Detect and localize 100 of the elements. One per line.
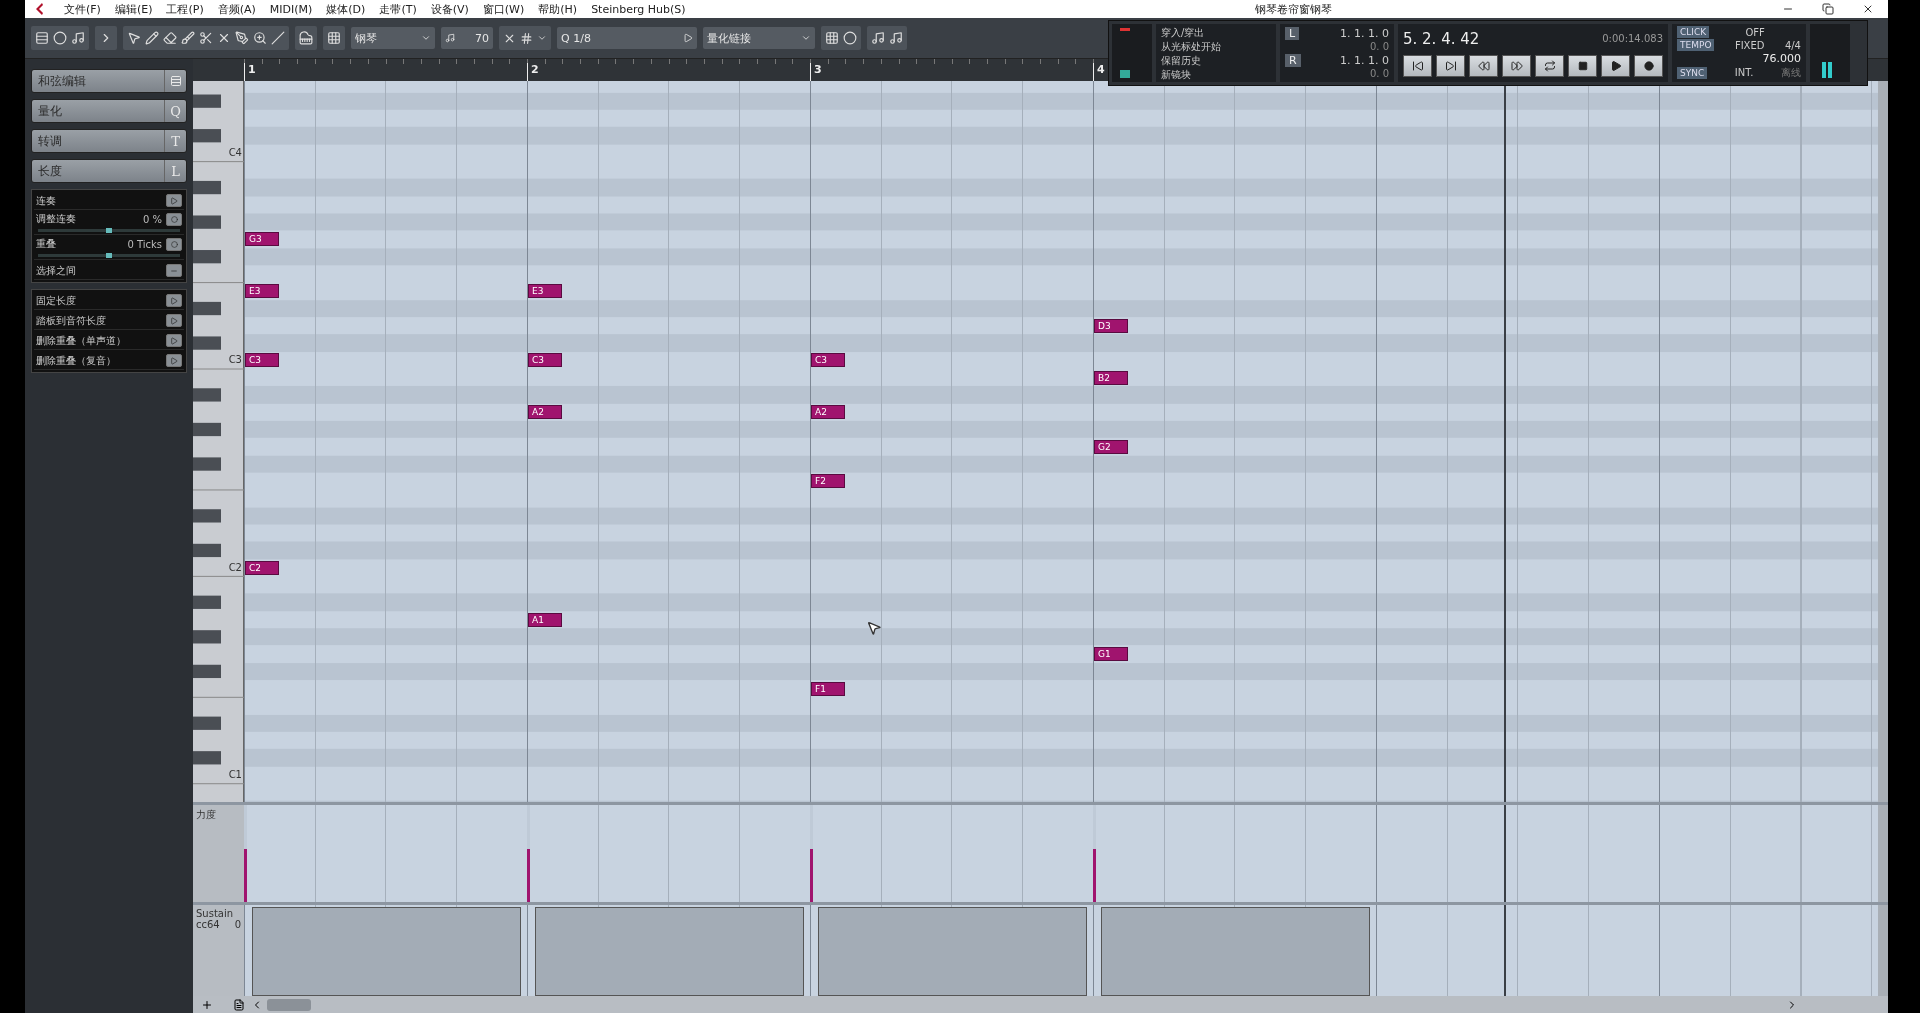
zoom-tool-icon[interactable] xyxy=(253,31,267,45)
transport-mode[interactable]: 保留历史 xyxy=(1161,54,1271,68)
vertical-scrollbar[interactable] xyxy=(1878,905,1888,996)
click-label[interactable]: CLICK xyxy=(1677,26,1710,39)
note-icon[interactable] xyxy=(871,31,885,45)
locator-label[interactable]: L xyxy=(1285,26,1300,40)
menu-item[interactable]: 文件(F) xyxy=(57,1,108,17)
slider-track[interactable] xyxy=(38,254,180,257)
sustain-lane[interactable] xyxy=(244,905,1878,996)
option-value[interactable]: 0 % xyxy=(142,213,162,225)
stop-button[interactable] xyxy=(1568,54,1597,77)
sustain-block[interactable] xyxy=(818,907,1087,996)
midi-note[interactable]: D3 xyxy=(1094,318,1128,333)
note-icon[interactable] xyxy=(889,31,903,45)
midi-note[interactable]: F2 xyxy=(811,474,845,489)
mute-tool-icon[interactable] xyxy=(217,31,231,45)
menu-item[interactable]: 媒体(D) xyxy=(319,1,373,17)
record-button[interactable] xyxy=(1634,54,1663,77)
apply-button[interactable] xyxy=(166,354,182,367)
brush-tool-icon[interactable] xyxy=(181,31,195,45)
option-value[interactable]: 0 Ticks xyxy=(127,238,162,250)
piano-keyboard-drawing[interactable] xyxy=(193,81,244,802)
menu-item[interactable]: 窗口(W) xyxy=(475,1,532,17)
list-icon[interactable] xyxy=(35,31,49,45)
midi-note[interactable]: C3 xyxy=(811,353,845,368)
midi-note[interactable]: B2 xyxy=(1094,370,1128,385)
add-icon[interactable] xyxy=(201,998,213,1011)
midi-note[interactable]: F1 xyxy=(811,681,845,696)
transport-mode[interactable]: 从光标处开始 xyxy=(1161,40,1271,54)
go-to-start-button[interactable] xyxy=(1403,54,1432,77)
midi-note[interactable]: E3 xyxy=(528,284,562,299)
pointer-tool-icon[interactable] xyxy=(127,31,141,45)
midi-note[interactable]: G3 xyxy=(245,232,279,247)
note-icon[interactable] xyxy=(71,31,85,45)
midi-note[interactable]: E3 xyxy=(245,284,279,299)
apply-button[interactable] xyxy=(166,237,182,251)
midi-note[interactable]: C3 xyxy=(528,353,562,368)
apply-button[interactable] xyxy=(166,294,182,307)
transport-mode[interactable]: 穿入/穿出 xyxy=(1161,26,1271,40)
track-dropdown[interactable]: 钢琴 xyxy=(351,27,435,49)
quantize-link-dropdown[interactable]: 量化链接 xyxy=(703,27,815,49)
menu-item[interactable]: MIDI(M) xyxy=(262,2,320,16)
horizontal-scrollbar[interactable] xyxy=(193,996,1888,1013)
locator-label[interactable]: R xyxy=(1285,53,1301,67)
tempo-label[interactable]: TEMPO xyxy=(1677,39,1715,52)
sync-label[interactable]: SYNC xyxy=(1677,66,1708,79)
menu-item[interactable]: 编辑(E) xyxy=(107,1,160,17)
toggle-button[interactable] xyxy=(166,264,182,277)
restore-icon[interactable] xyxy=(1822,3,1834,15)
section-button[interactable]: 转调 T xyxy=(31,129,187,153)
piano-icon[interactable] xyxy=(299,31,313,45)
note-grid[interactable]: G3 E3 C3 C2 E3 C3 A2 A1 C3 A2 F2 F1 D3 B2 G2 G1 xyxy=(244,81,1878,802)
section-button[interactable]: 量化 Q xyxy=(31,99,187,123)
midi-note[interactable]: A2 xyxy=(811,405,845,420)
pen-tool-icon[interactable] xyxy=(235,31,249,45)
dial-icon[interactable] xyxy=(843,31,857,45)
apply-button[interactable] xyxy=(166,194,182,207)
pencil-tool-icon[interactable] xyxy=(145,31,159,45)
scroll-thumb[interactable] xyxy=(267,998,311,1011)
apply-button[interactable] xyxy=(166,314,182,327)
slider-thumb[interactable] xyxy=(106,253,112,258)
menu-item[interactable]: 走带(T) xyxy=(372,1,424,17)
transport-mode[interactable]: 新镜块 xyxy=(1161,68,1271,82)
menu-item[interactable]: 音频(A) xyxy=(210,1,263,17)
line-tool-icon[interactable] xyxy=(271,31,285,45)
hash-icon[interactable] xyxy=(520,31,533,45)
fast-forward-button[interactable] xyxy=(1502,54,1531,77)
section-button[interactable]: 和弦编辑 xyxy=(31,69,187,93)
sustain-block[interactable] xyxy=(535,907,804,996)
midi-note[interactable]: C3 xyxy=(245,353,279,368)
menu-item[interactable]: 帮助(H) xyxy=(531,1,585,17)
cycle-button[interactable] xyxy=(1535,54,1564,77)
vertical-scrollbar[interactable] xyxy=(1878,81,1888,802)
midi-note[interactable]: G2 xyxy=(1094,439,1128,454)
apply-button[interactable] xyxy=(166,212,182,226)
caret-icon[interactable] xyxy=(537,33,547,43)
sustain-block[interactable] xyxy=(252,907,521,996)
midi-note[interactable]: A1 xyxy=(528,612,562,627)
circle-icon[interactable] xyxy=(53,31,67,45)
slider-thumb[interactable] xyxy=(106,228,112,233)
velocity-field[interactable]: 70 xyxy=(441,27,493,49)
apply-button[interactable] xyxy=(166,334,182,347)
sustain-block[interactable] xyxy=(1101,907,1370,996)
grid-icon[interactable] xyxy=(327,31,341,45)
quantize-dropdown[interactable]: Q 1/8 xyxy=(557,27,697,49)
play-button[interactable] xyxy=(1601,54,1630,77)
vertical-scrollbar[interactable] xyxy=(1878,805,1888,902)
eraser-tool-icon[interactable] xyxy=(163,31,177,45)
menu-item[interactable]: Steinberg Hub(S) xyxy=(584,2,693,16)
midi-note[interactable]: C2 xyxy=(245,560,279,575)
go-to-end-button[interactable] xyxy=(1436,54,1465,77)
scissors-tool-icon[interactable] xyxy=(199,31,213,45)
close-icon[interactable] xyxy=(1862,3,1874,15)
section-button[interactable]: 长度 L xyxy=(31,159,187,183)
page-icon[interactable] xyxy=(233,998,245,1011)
slider-track[interactable] xyxy=(38,229,180,232)
rewind-button[interactable] xyxy=(1469,54,1498,77)
midi-note[interactable]: A2 xyxy=(528,405,562,420)
menu-item[interactable]: 设备(V) xyxy=(423,1,476,17)
menu-item[interactable]: 工程(P) xyxy=(159,1,211,17)
